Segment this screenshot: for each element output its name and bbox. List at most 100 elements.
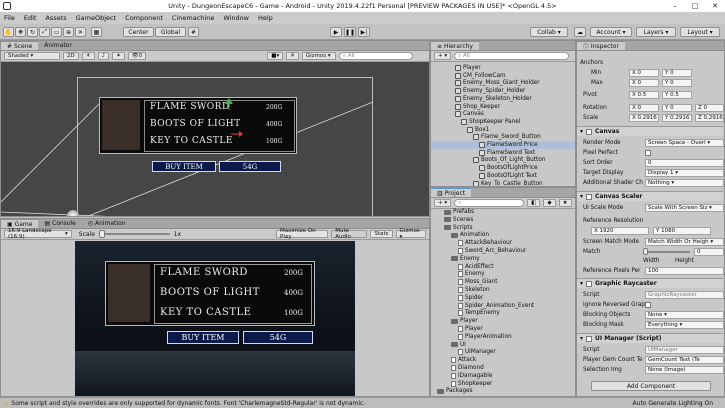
rotate-tool-icon[interactable]: ↻ (27, 27, 38, 37)
hierarchy-search-input[interactable]: ⌕ All (454, 52, 570, 60)
audio-icon[interactable]: ♪ (97, 52, 110, 60)
project-item[interactable]: Attack (431, 356, 476, 364)
menu-cinemachine[interactable]: Cinemachine (172, 14, 214, 22)
move-gizmo-x-icon[interactable] (231, 131, 243, 137)
project-item[interactable]: IDamagable (431, 372, 492, 380)
project-item[interactable]: Prefabs (431, 208, 474, 216)
ref-res-x-field[interactable]: X 1920 (591, 226, 649, 235)
menu-file[interactable]: File (4, 14, 15, 22)
ui-manager-header[interactable]: ▾ UI Manager (Script) (577, 333, 723, 343)
project-item[interactable]: Enemy (431, 270, 485, 278)
maximize-icon[interactable]: □ (685, 0, 705, 12)
aspect-dropdown[interactable]: 16:9 Landscape (16:9) ▾ (4, 228, 72, 240)
pause-button[interactable]: ❚❚ (344, 27, 356, 37)
project-item[interactable]: UI (431, 341, 466, 349)
project-item[interactable]: Diamond (431, 364, 484, 372)
grid-snap-icon[interactable]: # (188, 27, 199, 37)
game-viewport[interactable]: FLAME SWORD 200G BOOTS OF LIGHT 400G KEY… (75, 241, 355, 396)
minimize-icon[interactable]: – (665, 0, 685, 12)
tab-inspector[interactable]: ⓘ Inspector (577, 41, 625, 51)
effects-icon[interactable]: ✦ (112, 52, 125, 60)
favorite-icon[interactable]: ★ (558, 199, 572, 207)
min-y-field[interactable]: Y 0 (662, 68, 692, 77)
filter-type-icon[interactable]: ◧ (527, 199, 541, 207)
render-mode-dropdown[interactable]: Screen Space - Overl ▾ (645, 138, 724, 147)
menu-edit[interactable]: Edit (24, 14, 37, 22)
tab-console[interactable]: ▤ Console (38, 219, 82, 228)
shader-channels-dropdown[interactable]: Nothing ▾ (645, 178, 724, 187)
menu-window[interactable]: Window (223, 14, 249, 22)
close-icon[interactable]: ✕ (705, 0, 725, 12)
project-item[interactable]: Player (431, 317, 478, 325)
rotation-y-field[interactable]: Y 0 (662, 103, 692, 112)
match-slider[interactable] (645, 251, 690, 253)
scale-x-field[interactable]: X 0.2916 (629, 113, 659, 122)
scale-slider-handle[interactable] (98, 230, 105, 238)
rect-tool-icon[interactable]: ▭ (51, 27, 62, 37)
match-value-field[interactable]: 0 (694, 247, 724, 256)
project-item[interactable]: ShopKeeper (431, 380, 492, 388)
anchors-foldout[interactable]: Anchors (580, 60, 603, 66)
scene-search-input[interactable]: ⌕ All (338, 52, 413, 60)
min-x-field[interactable]: X 0 (629, 68, 659, 77)
game-item-name[interactable]: BOOTS OF LIGHT (160, 287, 260, 298)
project-item[interactable]: Animation (431, 231, 489, 239)
project-item[interactable]: Enemy (431, 255, 480, 263)
cloud-icon[interactable]: ☁ (574, 27, 586, 37)
game-shop-panel[interactable]: FLAME SWORD 200G BOOTS OF LIGHT 400G KEY… (105, 261, 315, 326)
game-gizmos-dropdown[interactable]: Gizmos ▾ (395, 228, 426, 240)
ref-ppu-field[interactable]: 100 (645, 266, 724, 275)
menu-component[interactable]: Component (125, 14, 163, 22)
scene-viewport[interactable]: FLAME SWORD 200G BOOTS OF LIGHT 400G KEY… (1, 62, 429, 216)
project-search-input[interactable]: ⌕ (454, 199, 525, 207)
tab-animator[interactable]: Animator (38, 41, 78, 50)
blocking-mask-dropdown[interactable]: Everything ▾ (645, 320, 724, 329)
ignore-reversed-checkbox[interactable] (645, 301, 651, 308)
project-item[interactable]: AcidEffect (431, 263, 493, 271)
shading-dropdown[interactable]: Shaded ▾ (4, 52, 60, 60)
mute-audio-toggle[interactable]: Mute Audio (331, 228, 368, 240)
hierarchy-add-button[interactable]: + ▾ (434, 52, 452, 60)
custom-tool-icon[interactable]: ✕ (75, 27, 86, 37)
tab-scene[interactable]: # Scene (1, 41, 39, 50)
project-item[interactable]: UIManager (431, 348, 496, 356)
project-item[interactable]: Skeleton (431, 286, 490, 294)
move-tool-icon[interactable]: ✥ (15, 27, 26, 37)
camera-icon[interactable]: ■▾ (267, 52, 284, 60)
project-add-button[interactable]: + ▾ (434, 199, 452, 207)
project-item[interactable]: Scripts (431, 224, 472, 232)
game-item-name[interactable]: KEY TO CASTLE (160, 307, 251, 318)
gem-count-text-field[interactable]: GemCount Text (Te (645, 355, 724, 364)
sort-order-field[interactable]: 0 (645, 158, 724, 167)
snap-icon[interactable]: ▦ (91, 27, 102, 37)
canvas-enabled-checkbox[interactable] (586, 128, 593, 135)
ui-scale-mode-dropdown[interactable]: Scale With Screen Siz ▾ (645, 203, 724, 212)
graphic-raycaster-header[interactable]: ▾ Graphic Raycaster (577, 278, 723, 288)
project-item[interactable]: AttackBehaviour (431, 239, 512, 247)
light-gizmo-icon[interactable] (67, 210, 79, 216)
tools-icon[interactable]: ✕ (286, 52, 299, 60)
rotation-z-field[interactable]: Z 0 (695, 103, 724, 112)
hidden-count[interactable]: 👁 0 (127, 52, 147, 60)
menu-gameobject[interactable]: GameObject (76, 14, 117, 22)
scene-buy-button[interactable]: BUY ITEM (152, 161, 216, 172)
max-y-field[interactable]: Y 0 (662, 78, 692, 87)
global-local-button[interactable]: Global (155, 27, 186, 37)
layout-dropdown[interactable]: Layout ▾ (680, 27, 720, 37)
project-item[interactable]: Player (431, 325, 483, 333)
canvas-scaler-header[interactable]: ▾ Canvas Scaler (577, 191, 723, 201)
rotation-x-field[interactable]: X 0 (629, 103, 659, 112)
tab-hierarchy[interactable]: ≡ Hierarchy (431, 41, 479, 50)
scale-tool-icon[interactable]: ⤢ (39, 27, 50, 37)
scale-slider[interactable] (98, 230, 170, 238)
raycaster-enabled-checkbox[interactable] (586, 280, 593, 287)
scene-shop-panel[interactable]: FLAME SWORD 200G BOOTS OF LIGHT 400G KEY… (99, 97, 297, 154)
move-gizmo-icon[interactable] (225, 98, 233, 110)
center-pivot-button[interactable]: Center (123, 27, 154, 37)
2d-toggle[interactable]: 2D (63, 52, 79, 60)
filter-label-icon[interactable]: ◆ (543, 199, 556, 207)
tab-animation[interactable]: ◴ Animation (81, 219, 132, 228)
ref-res-y-field[interactable]: Y 1080 (653, 226, 711, 235)
project-item[interactable]: Sword_Arc_Behaviour (431, 247, 526, 255)
game-item-name[interactable]: FLAME SWORD (160, 267, 248, 278)
